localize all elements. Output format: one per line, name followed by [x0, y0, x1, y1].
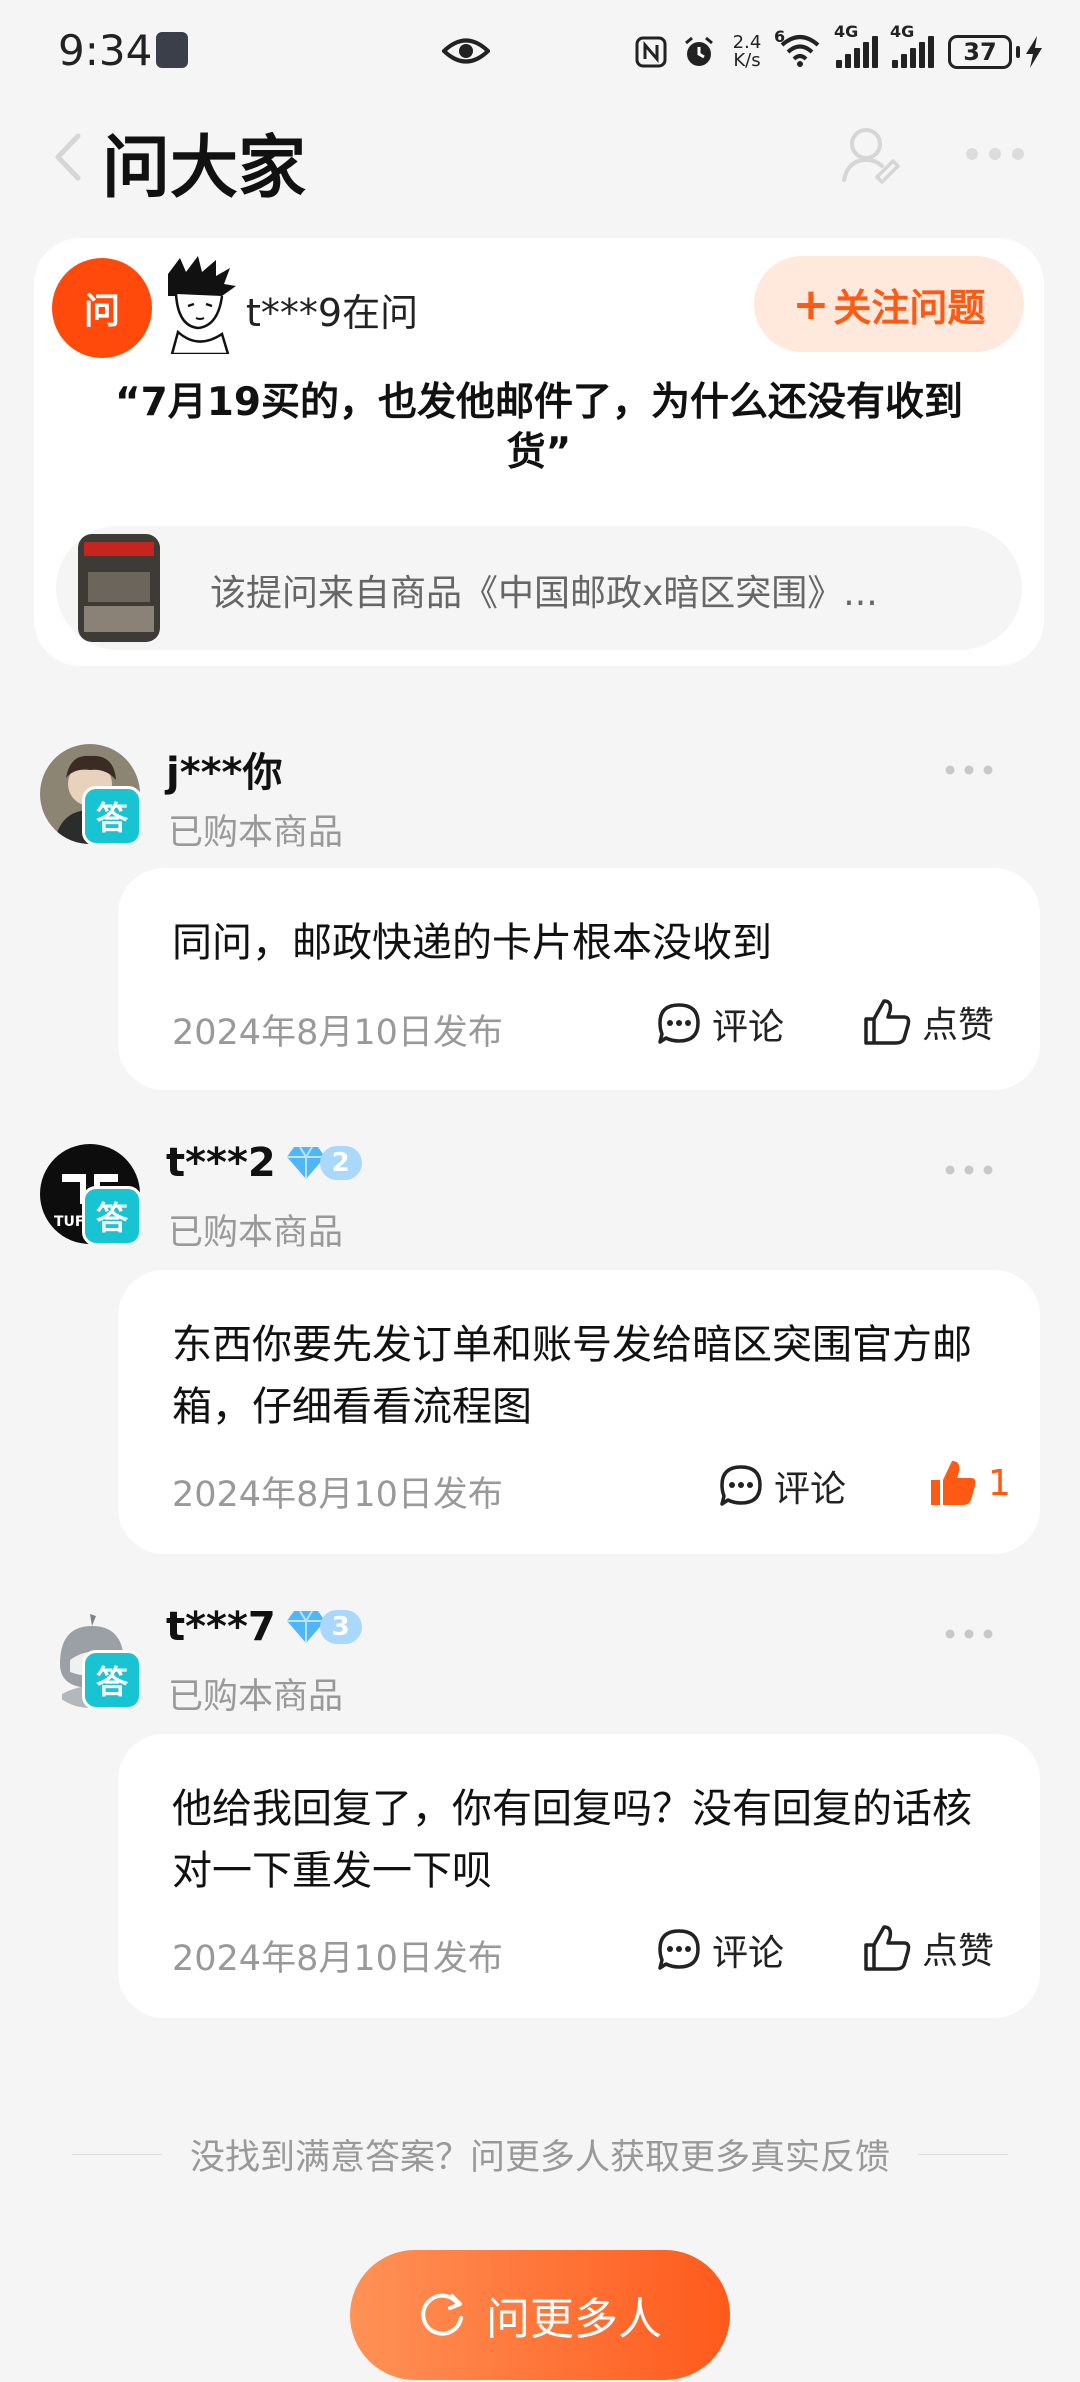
asker-name: t***9在问	[246, 291, 419, 335]
more-options-icon[interactable]	[962, 144, 1028, 164]
source-product-link[interactable]: 该提问来自商品《中国邮政x暗区突围》...	[56, 526, 1022, 650]
product-thumbnail	[78, 534, 160, 642]
thumbs-up-icon	[864, 999, 911, 1045]
question-text: “7月19买的，也发他邮件了，为什么还没有收到货”	[114, 380, 964, 475]
charging-bolt-icon	[1026, 36, 1042, 68]
plus-icon: +	[792, 278, 830, 330]
asker-avatar	[168, 256, 236, 354]
comment-icon	[720, 1465, 762, 1506]
answer-badge: 答	[82, 786, 142, 846]
status-bar: 9:34 2.4 K/s 6 4G 4G 37	[0, 0, 1080, 100]
answer-card: 他给我回复了，你有回复吗？没有回复的话核对一下重发一下呗 2024年8月10日发…	[118, 1734, 1040, 2018]
answer-badge: 答	[82, 1650, 142, 1710]
network-speed: 2.4 K/s	[732, 32, 762, 71]
wifi-indicator: 6	[774, 27, 822, 71]
alarm-icon	[685, 36, 713, 66]
ask-person-icon[interactable]	[838, 122, 904, 188]
comment-button[interactable]: 评论	[656, 1924, 784, 1976]
back-arrow-icon[interactable]	[52, 132, 82, 182]
comment-icon	[658, 1003, 700, 1044]
ask-everyone-page: 9:34 2.4 K/s 6 4G 4G 37 问大家 问 t***9在问 + …	[0, 0, 1080, 2382]
user-level-badge: 3	[286, 1609, 362, 1645]
answer-text: 东西你要先发订单和账号发给暗区突围官方邮箱，仔细看看流程图	[172, 1322, 972, 1430]
answer-badge: 答	[82, 1186, 142, 1246]
footer-note: 没找到满意答案？问更多人获取更多真实反馈	[0, 2124, 1080, 2184]
answer-more-icon[interactable]	[944, 1162, 994, 1178]
purchase-status: 已购本商品	[168, 1213, 344, 1253]
purchase-status: 已购本商品	[168, 813, 344, 853]
purchase-status: 已购本商品	[168, 1677, 344, 1717]
answer-date: 2024年8月10日发布	[172, 1939, 503, 1979]
answerer-name[interactable]: t***7 3	[166, 1604, 362, 1650]
signal-icon-2: 4G	[890, 22, 934, 68]
user-level-badge: 2	[286, 1145, 362, 1181]
svg-text:TUF: TUF	[54, 1214, 84, 1230]
answer-card: 东西你要先发订单和账号发给暗区突围官方邮箱，仔细看看流程图 2024年8月10日…	[118, 1270, 1040, 1554]
thumbs-up-icon	[864, 1925, 911, 1971]
battery-indicator: 37	[948, 35, 1044, 69]
thumbs-up-filled-icon	[931, 1461, 976, 1505]
comment-button[interactable]: 评论	[718, 1460, 846, 1512]
answerer-name[interactable]: t***2 2	[166, 1140, 362, 1186]
source-product-text: 该提问来自商品《中国邮政x暗区突围》...	[210, 573, 878, 614]
eye-icon	[442, 38, 490, 64]
ask-more-people-button[interactable]: 问更多人	[350, 2250, 730, 2380]
answer-card: 同问，邮政快递的卡片根本没收到 2024年8月10日发布 评论 点赞	[118, 868, 1040, 1090]
divider	[71, 2153, 162, 2155]
nfc-icon	[635, 36, 667, 68]
battery-level: 37	[948, 35, 1012, 69]
answer-date: 2024年8月10日发布	[172, 1013, 503, 1053]
status-icons: 2.4 K/s 6 4G 4G 37	[634, 22, 1044, 74]
comment-icon	[658, 1929, 700, 1970]
notification-app-icon	[156, 32, 188, 68]
answer-more-icon[interactable]	[944, 1626, 994, 1642]
refresh-ask-icon	[421, 2293, 463, 2336]
like-button[interactable]: 1	[928, 1458, 1011, 1508]
follow-question-button[interactable]: + 关注问题	[754, 256, 1024, 352]
question-card: 问 t***9在问 + 关注问题 “7月19买的，也发他邮件了，为什么还没有收到…	[34, 238, 1044, 666]
status-time: 9:34	[58, 26, 153, 75]
answerer-name[interactable]: j***你	[166, 740, 282, 798]
like-button[interactable]: 点赞	[862, 996, 994, 1048]
signal-icon-1: 4G	[834, 22, 878, 68]
like-button[interactable]: 点赞	[862, 1922, 994, 1974]
comment-button[interactable]: 评论	[656, 998, 784, 1050]
answer-more-icon[interactable]	[944, 762, 994, 778]
page-title: 问大家	[102, 129, 307, 208]
answer-text: 他给我回复了，你有回复吗？没有回复的话核对一下重发一下呗	[172, 1786, 972, 1894]
answer-text: 同问，邮政快递的卡片根本没收到	[172, 920, 772, 966]
divider	[918, 2153, 1008, 2155]
answer-date: 2024年8月10日发布	[172, 1475, 503, 1515]
ask-badge: 问	[52, 258, 152, 358]
